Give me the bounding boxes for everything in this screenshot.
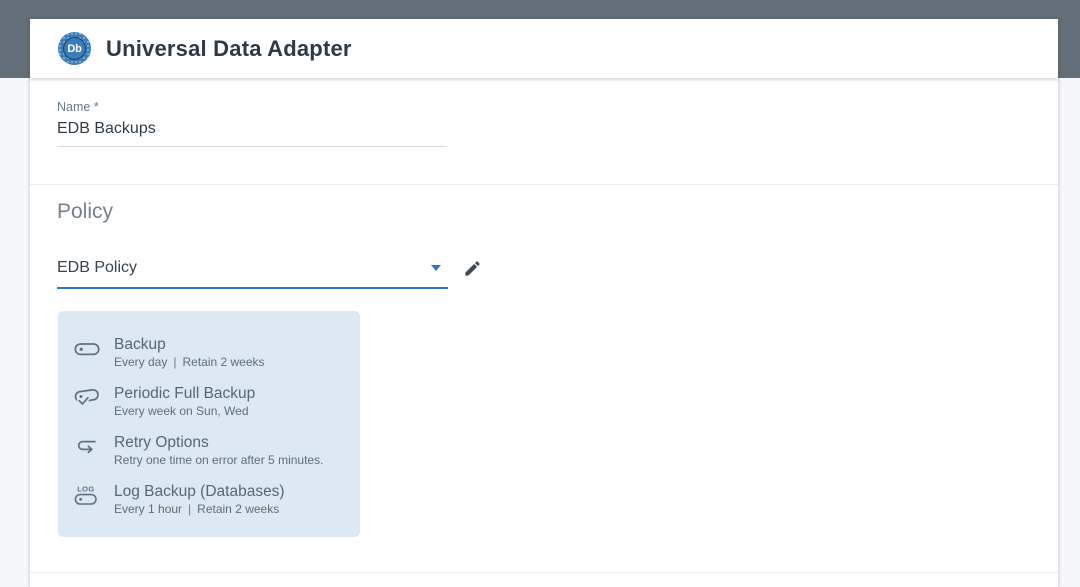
retry-arrow-icon: [74, 434, 102, 460]
item-title: Backup: [114, 336, 166, 353]
item-title: Periodic Full Backup: [114, 385, 256, 402]
policy-item-retry-options: Retry Options Retry one time on error af…: [74, 433, 344, 468]
item-detail: Every 1 hour | Retain 2 weeks: [114, 502, 280, 516]
policy-select-value: EDB Policy: [57, 259, 138, 276]
page-title: Universal Data Adapter: [106, 35, 352, 61]
policy-item-log-backup: LOG Log Backup (Databases) Every 1 hour |…: [74, 482, 344, 517]
pencil-icon: [463, 261, 482, 281]
chevron-down-icon: [431, 265, 441, 271]
policy-select-row: EDB Policy: [57, 258, 484, 289]
policy-select[interactable]: EDB Policy: [57, 258, 448, 289]
section-divider: [30, 184, 1058, 185]
policy-section-heading: Policy: [57, 200, 114, 223]
periodic-full-backup-icon: [74, 385, 102, 411]
backup-pill-icon: [74, 336, 102, 362]
db-icon: Db: [58, 32, 91, 65]
item-detail: Every day | Retain 2 weeks: [114, 355, 265, 369]
universal-data-adapter-card: Db Universal Data Adapter Name * Policy …: [30, 19, 1058, 587]
item-detail: Every week on Sun, Wed: [114, 404, 249, 418]
svg-text:LOG: LOG: [77, 485, 94, 494]
name-field-label: Name *: [57, 100, 99, 114]
policy-item-backup: Backup Every day | Retain 2 weeks: [74, 335, 344, 370]
db-icon-label: Db: [63, 37, 86, 60]
edit-policy-button[interactable]: [461, 257, 484, 280]
policy-summary-card: Backup Every day | Retain 2 weeks Period…: [58, 311, 360, 537]
item-detail: Retry one time on error after 5 minutes.: [114, 453, 324, 467]
name-input[interactable]: [57, 118, 447, 147]
item-title: Retry Options: [114, 434, 209, 451]
section-divider: [30, 572, 1058, 573]
log-backup-icon: LOG: [74, 483, 102, 509]
item-title: Log Backup (Databases): [114, 483, 285, 500]
card-header: Db Universal Data Adapter: [30, 19, 1058, 78]
policy-item-periodic-full-backup: Periodic Full Backup Every week on Sun, …: [74, 384, 344, 419]
card-body: Name * Policy EDB Policy: [30, 78, 1058, 587]
